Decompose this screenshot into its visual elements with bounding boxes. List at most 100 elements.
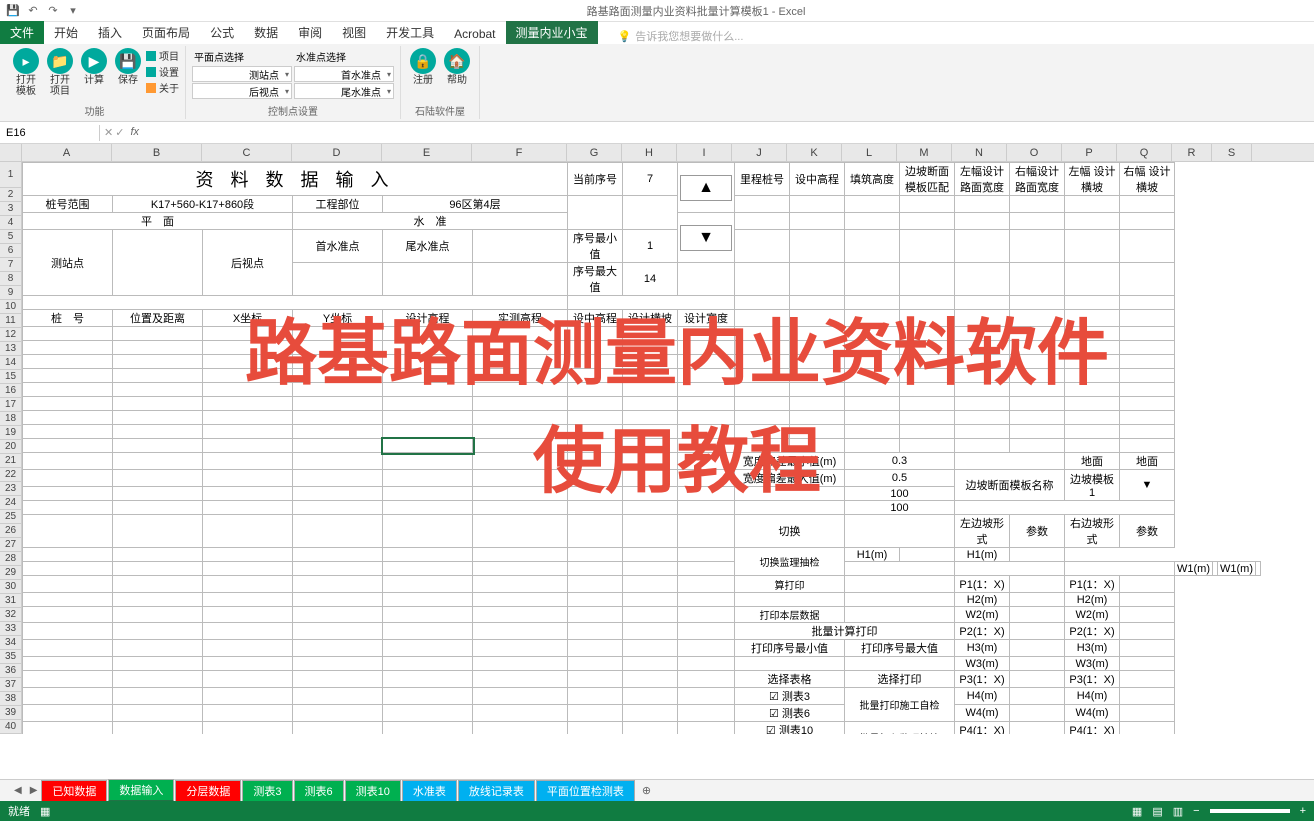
tab-review[interactable]: 审阅 [288, 21, 332, 44]
row-header-38[interactable]: 38 [0, 692, 22, 706]
row-header-32[interactable]: 32 [0, 608, 22, 622]
register-button[interactable]: 🔒注册 [407, 46, 439, 88]
sheet-tab-t6[interactable]: 测表6 [294, 780, 344, 802]
row-header-18[interactable]: 18 [0, 412, 22, 426]
select-all-corner[interactable] [0, 144, 22, 162]
save-icon[interactable]: 💾 [4, 2, 22, 20]
col-header-Q[interactable]: Q [1117, 144, 1172, 161]
col-header-O[interactable]: O [1007, 144, 1062, 161]
row-header-40[interactable]: 40 [0, 720, 22, 734]
col-header-I[interactable]: I [677, 144, 732, 161]
end-level-input[interactable]: 尾水准点 [294, 83, 394, 99]
col-header-E[interactable]: E [382, 144, 472, 161]
spreadsheet-grid[interactable]: ABCDEFGHIJKLMNOPQRS 12345678910111213141… [0, 144, 1314, 734]
row-header-29[interactable]: 29 [0, 566, 22, 580]
settings-option[interactable]: 设置 [146, 64, 179, 79]
help-button[interactable]: 🏠帮助 [441, 46, 473, 88]
zoom-out-icon[interactable]: − [1193, 805, 1199, 817]
row-header-20[interactable]: 20 [0, 440, 22, 454]
col-header-S[interactable]: S [1212, 144, 1252, 161]
row-header-16[interactable]: 16 [0, 384, 22, 398]
sheet-tab-known[interactable]: 已知数据 [41, 780, 107, 802]
row-header-28[interactable]: 28 [0, 552, 22, 566]
row-header-17[interactable]: 17 [0, 398, 22, 412]
cancel-icon[interactable]: ✕ [104, 126, 113, 139]
sheet-tab-layer[interactable]: 分层数据 [175, 780, 241, 802]
tab-data[interactable]: 数据 [244, 21, 288, 44]
row-header-11[interactable]: 11 [0, 314, 22, 328]
row-header-30[interactable]: 30 [0, 580, 22, 594]
row-header-13[interactable]: 13 [0, 342, 22, 356]
name-box[interactable]: E16 [0, 125, 100, 141]
row-header-2[interactable]: 2 [0, 188, 22, 202]
col-header-L[interactable]: L [842, 144, 897, 161]
sheet-tab-input[interactable]: 数据输入 [108, 779, 174, 802]
col-header-K[interactable]: K [787, 144, 842, 161]
col-header-A[interactable]: A [22, 144, 112, 161]
col-header-P[interactable]: P [1062, 144, 1117, 161]
tab-dev[interactable]: 开发工具 [376, 21, 444, 44]
tab-acrobat[interactable]: Acrobat [444, 24, 505, 44]
view-normal-icon[interactable]: ▦ [1132, 805, 1142, 818]
zoom-in-icon[interactable]: + [1300, 805, 1306, 817]
project-option[interactable]: 项目 [146, 48, 179, 63]
row-header-26[interactable]: 26 [0, 524, 22, 538]
row-header-15[interactable]: 15 [0, 370, 22, 384]
row-header-7[interactable]: 7 [0, 258, 22, 272]
sheet-tab-plane[interactable]: 平面位置检测表 [536, 780, 635, 802]
row-header-39[interactable]: 39 [0, 706, 22, 720]
qat-dropdown-icon[interactable]: ▾ [64, 2, 82, 20]
col-header-N[interactable]: N [952, 144, 1007, 161]
add-sheet-button[interactable]: ⊕ [636, 782, 657, 799]
template-dropdown[interactable]: ▼ [1120, 470, 1175, 501]
row-header-5[interactable]: 5 [0, 230, 22, 244]
col-header-D[interactable]: D [292, 144, 382, 161]
tab-custom[interactable]: 测量内业小宝 [506, 21, 598, 44]
row-header-9[interactable]: 9 [0, 286, 22, 300]
tab-home[interactable]: 开始 [44, 21, 88, 44]
row-header-24[interactable]: 24 [0, 496, 22, 510]
sheet-tab-t3[interactable]: 测表3 [242, 780, 292, 802]
col-header-B[interactable]: B [112, 144, 202, 161]
col-header-M[interactable]: M [897, 144, 952, 161]
row-header-36[interactable]: 36 [0, 664, 22, 678]
row-header-8[interactable]: 8 [0, 272, 22, 286]
col-header-H[interactable]: H [622, 144, 677, 161]
row-header-27[interactable]: 27 [0, 538, 22, 552]
row-header-37[interactable]: 37 [0, 678, 22, 692]
row-header-19[interactable]: 19 [0, 426, 22, 440]
tab-file[interactable]: 文件 [0, 21, 44, 44]
save-button[interactable]: 💾保存 [112, 46, 144, 88]
tab-formulas[interactable]: 公式 [200, 21, 244, 44]
row-header-3[interactable]: 3 [0, 202, 22, 216]
redo-icon[interactable]: ↷ [44, 2, 62, 20]
tab-nav-next[interactable]: ▶ [26, 785, 42, 796]
formula-bar[interactable] [147, 131, 1314, 135]
open-template-button[interactable]: ▸打开 模板 [10, 46, 42, 99]
row-header-10[interactable]: 10 [0, 300, 22, 314]
row-header-22[interactable]: 22 [0, 468, 22, 482]
row-header-14[interactable]: 14 [0, 356, 22, 370]
about-option[interactable]: 关于 [146, 80, 179, 95]
col-header-J[interactable]: J [732, 144, 787, 161]
tab-insert[interactable]: 插入 [88, 21, 132, 44]
tab-nav-prev[interactable]: ◀ [10, 785, 26, 796]
fx-icon[interactable]: fx [126, 126, 143, 139]
col-header-G[interactable]: G [567, 144, 622, 161]
col-header-R[interactable]: R [1172, 144, 1212, 161]
start-level-input[interactable]: 首水准点 [294, 66, 394, 82]
row-header-34[interactable]: 34 [0, 636, 22, 650]
undo-icon[interactable]: ↶ [24, 2, 42, 20]
row-header-6[interactable]: 6 [0, 244, 22, 258]
sheet-tab-stake[interactable]: 放线记录表 [458, 780, 535, 802]
open-project-button[interactable]: 📁打开 项目 [44, 46, 76, 99]
row-header-35[interactable]: 35 [0, 650, 22, 664]
col-header-F[interactable]: F [472, 144, 567, 161]
row-header-12[interactable]: 12 [0, 328, 22, 342]
down-arrow-button[interactable]: ▼ [680, 225, 732, 251]
calculate-button[interactable]: ▶计算 [78, 46, 110, 88]
tab-layout[interactable]: 页面布局 [132, 21, 200, 44]
view-layout-icon[interactable]: ▤ [1152, 805, 1162, 818]
tell-me-search[interactable]: 💡告诉我您想要做什么... [618, 28, 744, 44]
record-icon[interactable]: ▦ [40, 805, 50, 818]
